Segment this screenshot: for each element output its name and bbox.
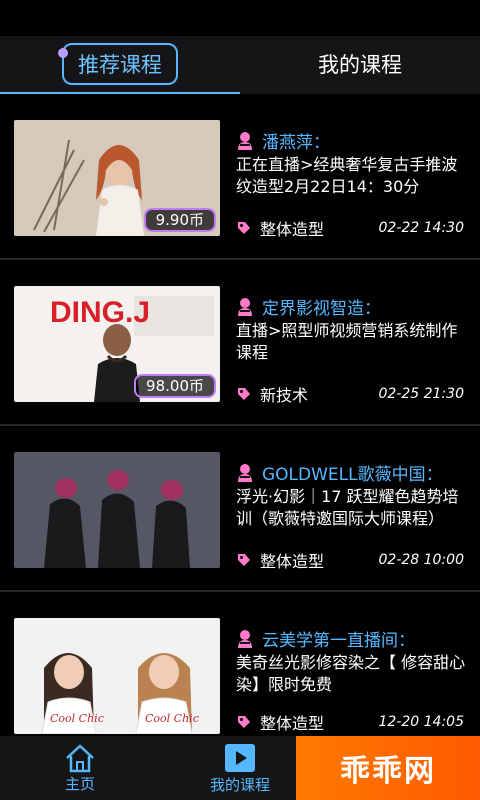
person-icon <box>238 297 252 316</box>
course-author: GOLDWELL歌薇中国： <box>236 460 443 485</box>
course-title: 美奇丝光影修容染之【 修容甜心染】限时免费 <box>236 653 466 694</box>
course-meta: 整体造型 02-28 10:00 <box>236 548 464 572</box>
course-meta: 新技术 02-25 21:30 <box>236 382 464 406</box>
course-tag: 整体造型 <box>260 552 325 571</box>
course-item[interactable]: Cool Chic Cool Chic 云美学第一直播间： 美奇丝光影修容染之【… <box>0 592 480 736</box>
nav-home[interactable]: 主页 <box>0 736 160 800</box>
course-author: 潘燕萍： <box>236 128 330 153</box>
active-tab-pill: 推荐课程 <box>58 43 178 85</box>
course-thumbnail[interactable] <box>14 452 220 568</box>
shirt-text-left: Cool Chic <box>50 712 104 725</box>
course-meta: 整体造型 02-22 14:30 <box>236 216 464 240</box>
author-name: 潘燕萍： <box>262 133 330 153</box>
course-title: 直播>照型师视频营销系统制作课程 <box>236 321 458 362</box>
course-author: 云美学第一直播间： <box>236 626 415 651</box>
course-item[interactable]: GOLDWELL歌薇中国： 浮光·幻影｜17 跃型耀色趋势培训（歌薇特邀国际大师… <box>0 426 480 592</box>
tag-icon <box>238 554 250 566</box>
author-name: 定界影视智造： <box>262 299 381 319</box>
course-time: 02-28 10:00 <box>378 552 464 568</box>
course-thumbnail[interactable]: Cool Chic Cool Chic <box>14 618 220 734</box>
course-time: 02-25 21:30 <box>378 386 464 402</box>
shirt-text-right: Cool Chic <box>145 712 199 725</box>
poster-text: DING.J <box>50 296 150 329</box>
person-icon <box>238 131 252 150</box>
home-icon <box>66 743 94 772</box>
tab-label: 我的课程 <box>318 53 402 77</box>
price-badge: 98.00币 <box>134 374 216 398</box>
tab-my-courses[interactable]: 我的课程 <box>240 36 480 92</box>
price-badge: 9.90币 <box>143 208 216 232</box>
status-bar <box>0 0 480 36</box>
nav-label: 主页 <box>64 774 95 793</box>
nav-label: 我的课程 <box>209 775 270 794</box>
watermark-logo: 乖乖网 <box>296 736 480 800</box>
course-time: 12-20 14:05 <box>378 714 464 730</box>
course-title: 浮光·幻影｜17 跃型耀色趋势培训（歌薇特邀国际大师课程） <box>236 487 459 528</box>
course-time: 02-22 14:30 <box>378 220 464 236</box>
course-thumbnail[interactable]: 9.90币 <box>14 120 220 236</box>
tag-icon <box>238 388 250 400</box>
tag-icon <box>238 716 250 728</box>
tag-icon <box>238 222 250 234</box>
person-icon <box>238 463 252 482</box>
author-name: GOLDWELL歌薇中国： <box>262 465 443 485</box>
tab-label: 推荐课程 <box>78 53 162 77</box>
play-icon <box>225 743 255 772</box>
course-item[interactable]: 9.90币 潘燕萍： 正在直播>经典奢华复古手推波纹造型2月22日14：30分 … <box>0 94 480 260</box>
tab-recommended-courses[interactable]: 推荐课程 <box>0 36 240 92</box>
course-thumbnail[interactable]: DING.J 98.00币 <box>14 286 220 402</box>
course-tag: 整体造型 <box>260 714 325 733</box>
course-list[interactable]: 9.90币 潘燕萍： 正在直播>经典奢华复古手推波纹造型2月22日14：30分 … <box>0 94 480 736</box>
course-meta: 整体造型 12-20 14:05 <box>236 710 464 734</box>
course-tag: 新技术 <box>260 386 309 405</box>
course-item[interactable]: DING.J 98.00币 定界影视智造： 直播>照型师视频营销系统制作课程 新… <box>0 260 480 426</box>
course-tabbar: 推荐课程 我的课程 <box>0 36 480 95</box>
author-name: 云美学第一直播间： <box>262 631 415 651</box>
course-tag: 整体造型 <box>260 220 325 239</box>
person-icon <box>238 629 252 648</box>
three-models-image <box>14 452 220 568</box>
pill-dot-icon <box>58 48 68 58</box>
course-title: 正在直播>经典奢华复古手推波纹造型2月22日14：30分 <box>236 155 458 196</box>
two-women-image: Cool Chic Cool Chic <box>14 618 220 734</box>
course-author: 定界影视智造： <box>236 294 381 319</box>
